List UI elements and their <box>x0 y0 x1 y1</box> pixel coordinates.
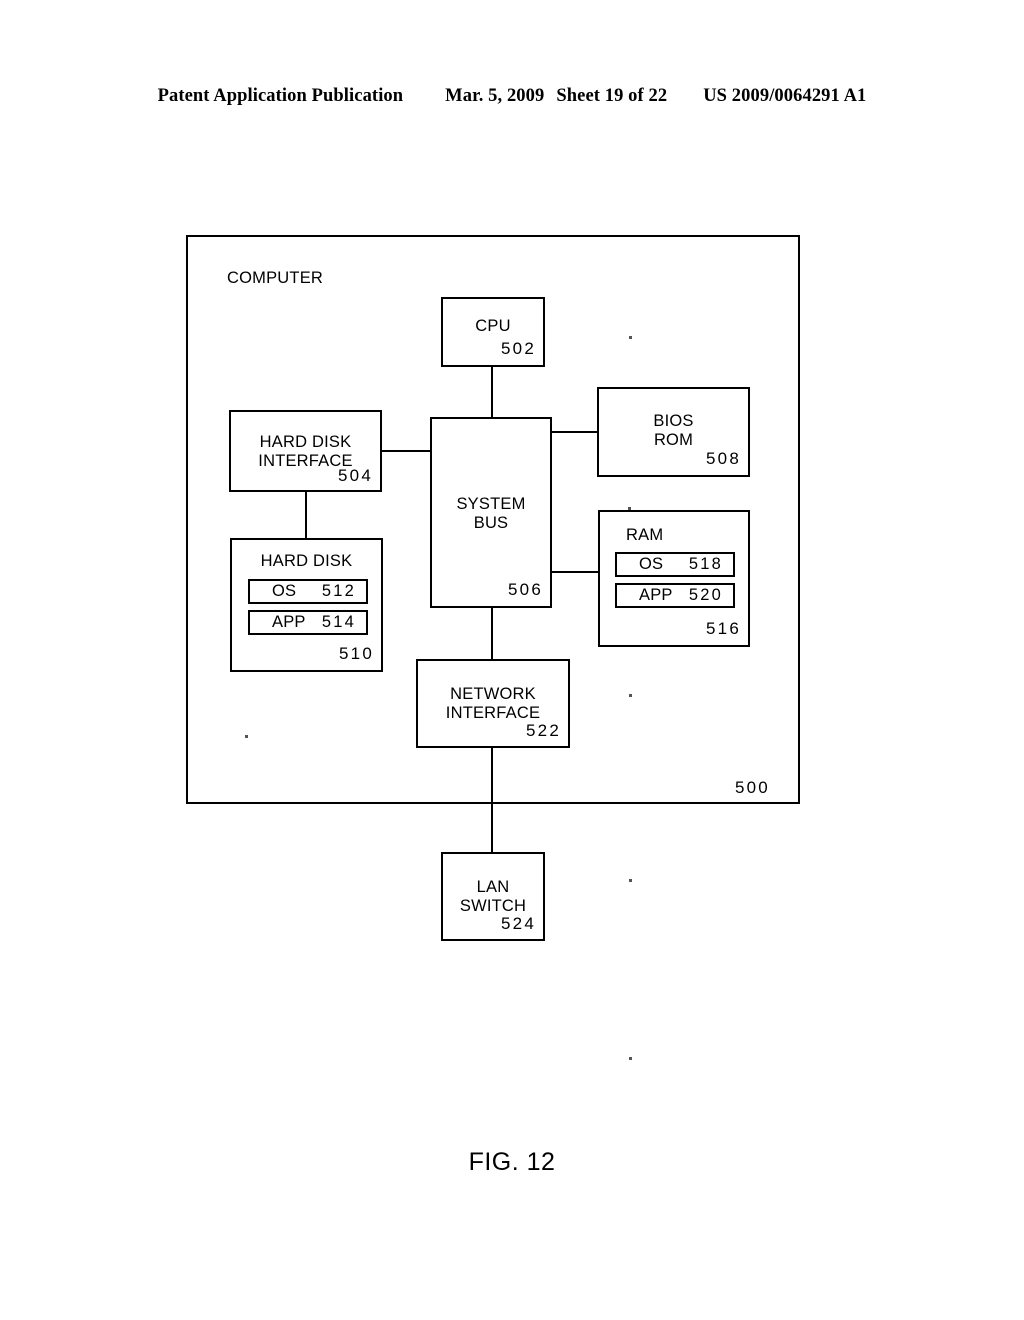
scan-speck <box>629 1057 632 1060</box>
hard-disk-slot-os-ref: 512 <box>321 582 356 600</box>
block-hard-disk: HARD DISK OS 512 APP 514 510 <box>230 538 383 672</box>
connector-system-bus-to-bios-rom <box>551 431 599 433</box>
block-cpu-ref: 502 <box>501 339 536 358</box>
block-system-bus-ref: 506 <box>508 580 543 599</box>
block-system-bus: SYSTEM BUS 506 <box>430 417 552 608</box>
connector-system-bus-to-network-interface <box>491 607 493 660</box>
block-bios-rom: BIOS ROM 508 <box>597 387 750 477</box>
connector-hd-interface-to-system-bus <box>381 450 432 452</box>
ram-slot-os: OS 518 <box>615 552 735 577</box>
block-bios-rom-label-line2: ROM <box>653 431 694 449</box>
scan-speck <box>629 694 632 697</box>
block-cpu-label: CPU <box>475 317 511 335</box>
ram-slot-os-ref: 518 <box>688 555 723 573</box>
connector-network-interface-to-lan-switch <box>491 747 493 853</box>
block-hard-disk-label: HARD DISK <box>260 552 353 570</box>
block-ram-ref: 516 <box>706 619 741 638</box>
scan-speck <box>629 336 632 339</box>
block-hard-disk-ref: 510 <box>339 644 374 663</box>
block-network-interface: NETWORK INTERFACE 522 <box>416 659 570 748</box>
ram-slot-app-ref: 520 <box>688 586 723 604</box>
block-bios-rom-ref: 508 <box>706 449 741 468</box>
scan-speck <box>628 507 631 510</box>
computer-enclosure-label: COMPUTER <box>227 269 324 287</box>
block-hard-disk-interface-ref: 504 <box>338 466 373 485</box>
block-ram-label: RAM <box>626 526 664 544</box>
hard-disk-slot-os: OS 512 <box>248 579 368 604</box>
hard-disk-slot-app-name: APP <box>272 613 306 631</box>
computer-enclosure-ref: 500 <box>735 778 770 797</box>
ram-slot-os-name: OS <box>639 555 664 573</box>
scan-speck <box>245 735 248 738</box>
block-hard-disk-interface-label-line1: HARD DISK <box>259 433 352 451</box>
connector-hd-interface-to-hard-disk <box>305 492 307 539</box>
block-hard-disk-interface: HARD DISK INTERFACE 504 <box>229 410 382 492</box>
scan-speck <box>629 879 632 882</box>
hard-disk-slot-os-name: OS <box>272 582 297 600</box>
block-system-bus-label-line2: BUS <box>473 514 509 532</box>
block-lan-switch-ref: 524 <box>501 914 536 933</box>
block-network-interface-ref: 522 <box>526 721 561 740</box>
figure-12-diagram: COMPUTER 500 CPU 502 HARD DISK INTERFACE… <box>0 0 1024 1320</box>
connector-cpu-to-system-bus <box>491 367 493 418</box>
block-system-bus-label-line1: SYSTEM <box>456 495 526 513</box>
ram-slot-app: APP 520 <box>615 583 735 608</box>
hard-disk-slot-app-ref: 514 <box>321 613 356 631</box>
block-ram: RAM OS 518 APP 520 516 <box>598 510 750 647</box>
figure-caption: FIG. 12 <box>468 1148 556 1176</box>
connector-system-bus-to-ram <box>551 571 599 573</box>
block-bios-rom-label-line1: BIOS <box>653 412 694 430</box>
block-network-interface-label-line1: NETWORK <box>450 685 536 703</box>
block-cpu: CPU 502 <box>441 297 545 367</box>
block-lan-switch: LAN SWITCH 524 <box>441 852 545 941</box>
block-lan-switch-label-line1: LAN <box>476 878 510 896</box>
ram-slot-app-name: APP <box>639 586 673 604</box>
hard-disk-slot-app: APP 514 <box>248 610 368 635</box>
